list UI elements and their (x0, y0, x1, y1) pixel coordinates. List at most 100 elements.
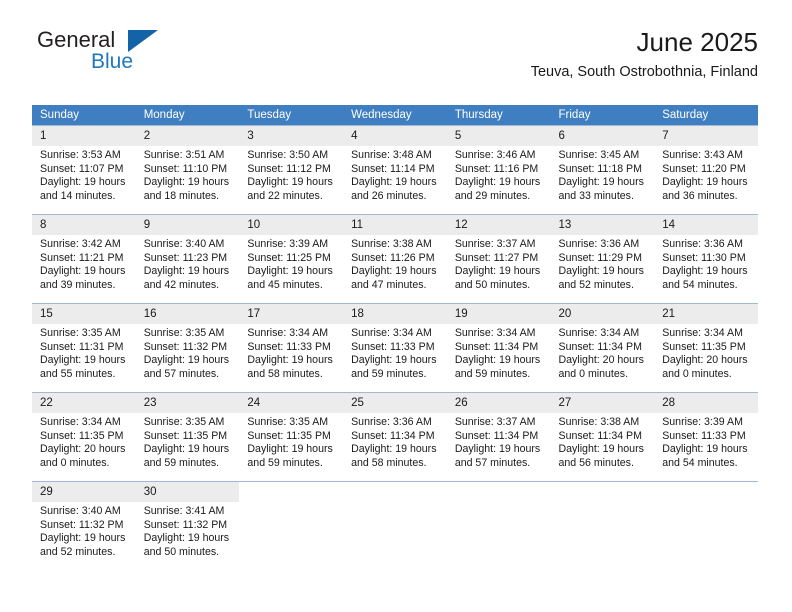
sunset-text: Sunset: 11:25 PM (247, 251, 331, 264)
daylight-text-line2: and 47 minutes. (351, 278, 427, 291)
day-details: Sunrise: 3:46 AM Sunset: 11:16 PM Daylight… (447, 146, 551, 203)
daylight-text-line1: Daylight: 19 hours (558, 443, 644, 456)
daylight-text-line1: Daylight: 19 hours (40, 354, 126, 367)
calendar-day-cell[interactable]: 13 Sunrise: 3:36 AM Sunset: 11:29 PM Daylig… (550, 214, 655, 304)
sunset-text: Sunset: 11:34 PM (558, 429, 642, 442)
daylight-text-line1: Daylight: 19 hours (662, 176, 748, 189)
sunset-text: Sunset: 11:33 PM (351, 340, 435, 353)
day-details: Sunrise: 3:45 AM Sunset: 11:18 PM Daylight… (551, 146, 655, 203)
day-details: Sunrise: 3:51 AM Sunset: 11:10 PM Daylight… (136, 146, 240, 203)
day-number: 8 (32, 215, 136, 235)
calendar-day-cell[interactable]: 5 Sunrise: 3:46 AM Sunset: 11:16 PM Dayligh… (446, 125, 551, 215)
sunrise-text: Sunrise: 3:36 AM (662, 238, 743, 250)
daylight-text-line2: and 59 minutes. (247, 456, 323, 469)
calendar-day-cell[interactable]: 1 Sunrise: 3:53 AM Sunset: 11:07 PM Dayligh… (32, 125, 136, 215)
calendar-day-cell-empty (654, 481, 758, 570)
day-details: Sunrise: 3:34 AM Sunset: 11:35 PM Daylight… (654, 324, 758, 381)
day-number: 16 (135, 304, 240, 324)
sunrise-text: Sunrise: 3:42 AM (40, 238, 121, 250)
sunset-text: Sunset: 11:35 PM (143, 429, 228, 442)
calendar-day-cell[interactable]: 20 Sunrise: 3:34 AM Sunset: 11:34 PM Daylig… (550, 303, 655, 393)
calendar-day-cell[interactable]: 16 Sunrise: 3:35 AM Sunset: 11:32 PM Daylig… (135, 303, 240, 393)
calendar-day-cell[interactable]: 21 Sunrise: 3:34 AM Sunset: 11:35 PM Daylig… (654, 303, 758, 393)
day-details: Sunrise: 3:35 AM Sunset: 11:31 PM Daylight… (32, 324, 136, 381)
daylight-text-line2: and 58 minutes. (247, 367, 323, 380)
day-details: Sunrise: 3:35 AM Sunset: 11:35 PM Daylight… (136, 413, 240, 470)
calendar-day-cell[interactable]: 2 Sunrise: 3:51 AM Sunset: 11:10 PM Dayligh… (135, 125, 240, 215)
daylight-text-line2: and 59 minutes. (351, 367, 427, 380)
day-number: 11 (343, 215, 447, 235)
daylight-text-line1: Daylight: 19 hours (247, 265, 333, 278)
calendar-day-cell[interactable]: 19 Sunrise: 3:34 AM Sunset: 11:34 PM Daylig… (446, 303, 551, 393)
calendar-day-cell[interactable]: 12 Sunrise: 3:37 AM Sunset: 11:27 PM Daylig… (446, 214, 551, 304)
daylight-text-line1: Daylight: 19 hours (143, 532, 230, 545)
calendar-day-cell[interactable]: 10 Sunrise: 3:39 AM Sunset: 11:25 PM Daylig… (239, 214, 344, 304)
calendar-day-cell[interactable]: 24 Sunrise: 3:35 AM Sunset: 11:35 PM Daylig… (239, 392, 344, 482)
sunrise-text: Sunrise: 3:40 AM (40, 505, 121, 517)
calendar-day-cell[interactable]: 7 Sunrise: 3:43 AM Sunset: 11:20 PM Dayligh… (654, 125, 758, 215)
day-number: 6 (550, 126, 655, 146)
weekday-header-tuesday: Tuesday (239, 105, 344, 126)
day-number: 7 (654, 126, 758, 146)
calendar-day-cell[interactable]: 11 Sunrise: 3:38 AM Sunset: 11:26 PM Daylig… (343, 214, 447, 304)
day-details: Sunrise: 3:34 AM Sunset: 11:33 PM Daylight… (343, 324, 447, 381)
sunrise-text: Sunrise: 3:37 AM (454, 238, 536, 250)
calendar-day-cell[interactable]: 8 Sunrise: 3:42 AM Sunset: 11:21 PM Dayligh… (32, 214, 136, 304)
calendar-day-cell[interactable]: 23 Sunrise: 3:35 AM Sunset: 11:35 PM Daylig… (135, 392, 240, 482)
calendar-week-row: 1 Sunrise: 3:53 AM Sunset: 11:07 PM Dayligh… (32, 125, 758, 215)
day-details (551, 502, 655, 505)
sunset-text: Sunset: 11:16 PM (454, 162, 539, 175)
day-details: Sunrise: 3:35 AM Sunset: 11:35 PM Daylight… (239, 413, 343, 470)
brand-logo[interactable]: General Blue (32, 26, 212, 82)
calendar-day-cell[interactable]: 6 Sunrise: 3:45 AM Sunset: 11:18 PM Dayligh… (550, 125, 655, 215)
calendar-day-cell[interactable]: 27 Sunrise: 3:38 AM Sunset: 11:34 PM Daylig… (550, 392, 655, 482)
day-number: 25 (343, 393, 447, 413)
sunset-text: Sunset: 11:34 PM (454, 340, 539, 353)
sunrise-text: Sunrise: 3:37 AM (454, 416, 536, 428)
daylight-text-line2: and 22 minutes. (247, 189, 323, 202)
day-details: Sunrise: 3:35 AM Sunset: 11:32 PM Daylight… (136, 324, 240, 381)
calendar-day-cell[interactable]: 28 Sunrise: 3:39 AM Sunset: 11:33 PM Daylig… (654, 392, 758, 482)
sunset-text: Sunset: 11:32 PM (40, 518, 124, 531)
title-block: June 2025 Teuva, South Ostrobothnia, Fin… (531, 26, 758, 81)
day-number: 2 (135, 126, 240, 146)
calendar-day-cell-empty (550, 481, 655, 570)
calendar-day-cell[interactable]: 30 Sunrise: 3:41 AM Sunset: 11:32 PM Daylig… (135, 481, 240, 570)
calendar-day-cell[interactable]: 25 Sunrise: 3:36 AM Sunset: 11:34 PM Daylig… (343, 392, 447, 482)
weekday-header-monday: Monday (135, 105, 240, 126)
calendar-day-cell[interactable]: 18 Sunrise: 3:34 AM Sunset: 11:33 PM Daylig… (343, 303, 447, 393)
calendar-day-cell[interactable]: 15 Sunrise: 3:35 AM Sunset: 11:31 PM Daylig… (32, 303, 136, 393)
calendar-day-cell-empty (239, 481, 344, 570)
calendar-day-cell[interactable]: 26 Sunrise: 3:37 AM Sunset: 11:34 PM Daylig… (446, 392, 551, 482)
daylight-text-line1: Daylight: 19 hours (454, 443, 541, 456)
day-number: 19 (446, 304, 551, 324)
daylight-text-line1: Daylight: 19 hours (558, 176, 644, 189)
daylight-text-line2: and 58 minutes. (351, 456, 427, 469)
daylight-text-line1: Daylight: 19 hours (143, 265, 230, 278)
calendar-day-cell[interactable]: 9 Sunrise: 3:40 AM Sunset: 11:23 PM Dayligh… (135, 214, 240, 304)
sunrise-text: Sunrise: 3:39 AM (662, 416, 743, 428)
daylight-text-line1: Daylight: 20 hours (558, 354, 644, 367)
calendar-day-cell[interactable]: 4 Sunrise: 3:48 AM Sunset: 11:14 PM Dayligh… (343, 125, 447, 215)
weekday-header-friday: Friday (550, 105, 655, 126)
calendar-day-cell[interactable]: 3 Sunrise: 3:50 AM Sunset: 11:12 PM Dayligh… (239, 125, 344, 215)
daylight-text-line2: and 57 minutes. (143, 367, 220, 380)
sunrise-text: Sunrise: 3:40 AM (143, 238, 225, 250)
day-number: 13 (550, 215, 655, 235)
calendar-header-row: Sunday Monday Tuesday Wednesday Thursday… (32, 105, 758, 126)
day-details (447, 502, 551, 505)
calendar-day-cell[interactable]: 17 Sunrise: 3:34 AM Sunset: 11:33 PM Daylig… (239, 303, 344, 393)
daylight-text-line1: Daylight: 19 hours (454, 354, 541, 367)
calendar-day-cell[interactable]: 22 Sunrise: 3:34 AM Sunset: 11:35 PM Daylig… (32, 392, 136, 482)
daylight-text-line1: Daylight: 19 hours (351, 443, 437, 456)
day-number: 23 (135, 393, 240, 413)
calendar-table: Sunday Monday Tuesday Wednesday Thursday… (32, 105, 758, 570)
daylight-text-line2: and 26 minutes. (351, 189, 427, 202)
daylight-text-line2: and 52 minutes. (558, 278, 634, 291)
brand-name-general: General (37, 27, 116, 52)
sunset-text: Sunset: 11:10 PM (143, 162, 228, 175)
calendar-day-cell[interactable]: 14 Sunrise: 3:36 AM Sunset: 11:30 PM Daylig… (654, 214, 758, 304)
calendar-week-row: 8 Sunrise: 3:42 AM Sunset: 11:21 PM Dayligh… (32, 214, 758, 304)
sunset-text: Sunset: 11:26 PM (351, 251, 435, 264)
calendar-day-cell[interactable]: 29 Sunrise: 3:40 AM Sunset: 11:32 PM Daylig… (32, 481, 136, 570)
